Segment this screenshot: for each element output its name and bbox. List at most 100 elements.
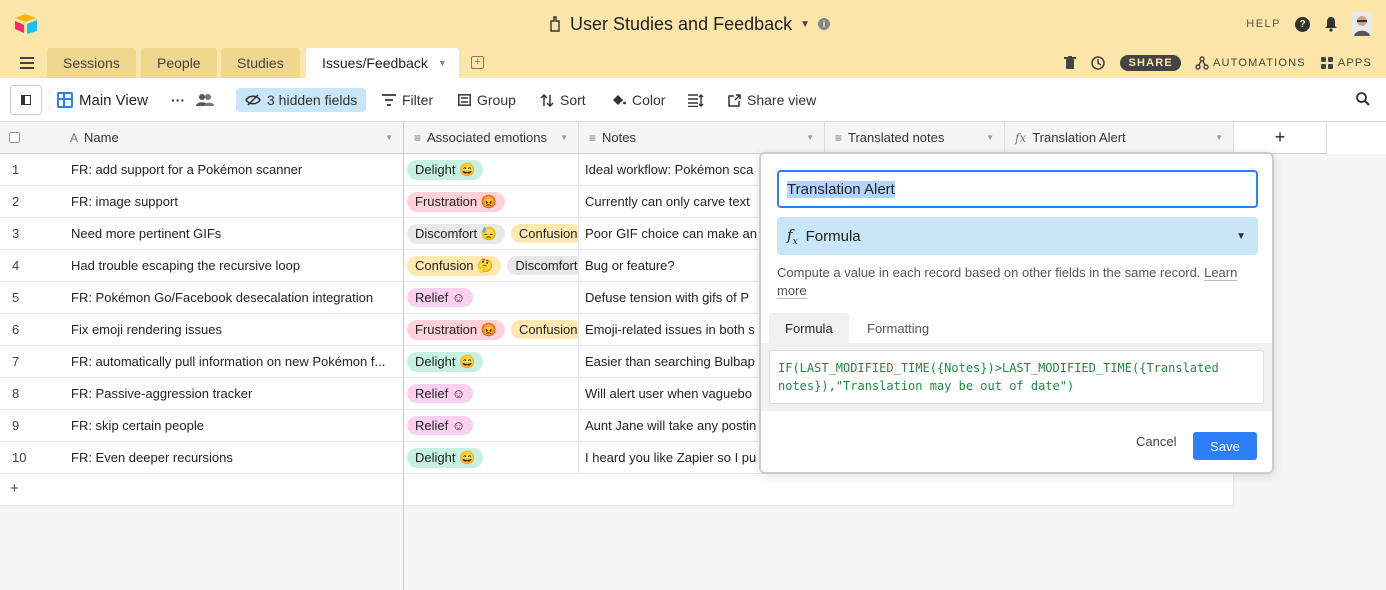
column-header-translation-alert[interactable]: fx Translation Alert ▼ bbox=[1005, 122, 1234, 154]
column-header-notes[interactable]: ≡ Notes ▼ bbox=[579, 122, 825, 154]
emotions-cell[interactable]: Delight 😄 bbox=[404, 346, 579, 378]
column-header-translated-notes[interactable]: ≡ Translated notes ▼ bbox=[825, 122, 1005, 154]
notes-cell[interactable]: Emoji-related issues in both s bbox=[579, 314, 759, 346]
name-cell[interactable]: Had trouble escaping the recursive loop bbox=[60, 250, 404, 282]
tab-studies[interactable]: Studies bbox=[221, 48, 300, 78]
select-all-checkbox[interactable] bbox=[9, 132, 20, 143]
grid-empty-area bbox=[404, 506, 1386, 590]
view-options-icon[interactable]: ··· bbox=[171, 88, 185, 112]
save-button[interactable]: Save bbox=[1193, 432, 1257, 460]
top-bar: User Studies and Feedback ▼ i HELP ? bbox=[0, 0, 1386, 48]
emotions-cell[interactable]: Relief ☺ bbox=[404, 282, 579, 314]
add-field-button[interactable]: + bbox=[1234, 122, 1327, 154]
column-header-associated-emotions[interactable]: ≡ Associated emotions ▼ bbox=[404, 122, 579, 154]
color-label: Color bbox=[632, 92, 666, 108]
tab-formatting[interactable]: Formatting bbox=[851, 313, 945, 343]
sort-button[interactable]: Sort bbox=[540, 88, 586, 112]
emotions-cell[interactable]: Relief ☺ bbox=[404, 410, 579, 442]
base-title[interactable]: User Studies and Feedback bbox=[570, 14, 792, 35]
field-config-popup: Translation Alert fx Formula ▼ Compute a… bbox=[759, 152, 1274, 474]
share-view-button[interactable]: Share view bbox=[728, 88, 816, 112]
emotions-cell[interactable]: Frustration 😡 bbox=[404, 186, 579, 218]
avatar[interactable] bbox=[1352, 12, 1372, 36]
emotions-cell[interactable]: Delight 😄 bbox=[404, 442, 579, 474]
chevron-down-icon[interactable]: ▼ bbox=[806, 133, 814, 142]
tab-formula[interactable]: Formula bbox=[769, 313, 849, 343]
view-switcher[interactable]: Main View bbox=[57, 88, 148, 112]
field-name-input[interactable]: Translation Alert bbox=[777, 170, 1258, 208]
chevron-down-icon[interactable]: ▼ bbox=[1215, 133, 1223, 142]
emotion-tag: Frustration 😡 bbox=[407, 191, 505, 212]
add-record-button[interactable]: + bbox=[0, 474, 404, 506]
notes-cell[interactable]: Poor GIF choice can make an bbox=[579, 218, 759, 250]
search-icon[interactable] bbox=[1356, 92, 1370, 106]
formula-editor[interactable]: IF(LAST_MODIFIED_TIME({Notes})>LAST_MODI… bbox=[769, 350, 1264, 404]
tab-people[interactable]: People bbox=[141, 48, 217, 78]
notes-cell[interactable]: Easier than searching Bulbap bbox=[579, 346, 759, 378]
cancel-button[interactable]: Cancel bbox=[1136, 434, 1176, 449]
history-icon[interactable] bbox=[1090, 55, 1106, 71]
notes-cell[interactable]: Defuse tension with gifs of P bbox=[579, 282, 759, 314]
chevron-down-icon[interactable]: ▼ bbox=[986, 133, 994, 142]
chevron-down-icon[interactable]: ▼ bbox=[438, 58, 447, 68]
notes-cell[interactable]: Bug or feature? bbox=[579, 250, 759, 282]
automations-button[interactable]: AUTOMATIONS bbox=[1195, 56, 1306, 70]
color-button[interactable]: Color bbox=[611, 88, 665, 112]
bell-icon[interactable] bbox=[1324, 16, 1338, 32]
name-cell[interactable]: Fix emoji rendering issues bbox=[60, 314, 404, 346]
emotions-cell[interactable]: Frustration 😡 Confusion bbox=[404, 314, 579, 346]
name-cell[interactable]: Need more pertinent GIFs bbox=[60, 218, 404, 250]
notes-cell[interactable]: I heard you like Zapier so I pu bbox=[579, 442, 759, 474]
row-height-icon[interactable] bbox=[688, 88, 704, 112]
emotions-cell[interactable]: Delight 😄 bbox=[404, 154, 579, 186]
share-button[interactable]: SHARE bbox=[1120, 55, 1181, 71]
filter-button[interactable]: Filter bbox=[382, 88, 433, 112]
chevron-down-icon[interactable]: ▼ bbox=[800, 19, 810, 30]
field-type-label: Formula bbox=[805, 227, 861, 245]
group-button[interactable]: Group bbox=[458, 88, 516, 112]
collaborators-icon[interactable] bbox=[196, 88, 214, 112]
name-cell[interactable]: FR: add support for a Pokémon scanner bbox=[60, 154, 404, 186]
airtable-logo-icon[interactable] bbox=[14, 13, 38, 35]
hidden-fields-button[interactable]: 3 hidden fields bbox=[236, 88, 367, 112]
eye-slash-icon bbox=[245, 94, 261, 106]
formula-panel: IF(LAST_MODIFIED_TIME({Notes})>LAST_MODI… bbox=[761, 343, 1272, 411]
notes-cell[interactable]: Aunt Jane will take any postin bbox=[579, 410, 759, 442]
help-icon[interactable]: ? bbox=[1295, 16, 1310, 32]
menu-icon[interactable] bbox=[20, 57, 34, 69]
name-cell[interactable]: FR: Pokémon Go/Facebook desecalation int… bbox=[60, 282, 404, 314]
name-cell[interactable]: FR: Even deeper recursions bbox=[60, 442, 404, 474]
sidebar-toggle-icon bbox=[21, 95, 31, 105]
column-header-name[interactable]: A Name ▼ bbox=[60, 122, 404, 154]
apps-button[interactable]: APPS bbox=[1320, 56, 1372, 70]
emotions-cell[interactable]: Relief ☺ bbox=[404, 378, 579, 410]
base-title-area[interactable]: User Studies and Feedback ▼ i bbox=[548, 12, 831, 36]
tab-label: Formatting bbox=[867, 320, 930, 336]
add-table-icon[interactable]: + bbox=[471, 56, 484, 69]
emotions-cell[interactable]: Discomfort 😓 Confusion bbox=[404, 218, 579, 250]
tab-issues-feedback[interactable]: Issues/Feedback ▼ bbox=[306, 48, 459, 78]
chevron-down-icon[interactable]: ▼ bbox=[560, 133, 568, 142]
base-icon bbox=[550, 16, 560, 32]
info-icon[interactable]: i bbox=[818, 18, 831, 30]
notes-cell[interactable]: Currently can only carve text bbox=[579, 186, 759, 218]
name-cell[interactable]: FR: automatically pull information on ne… bbox=[60, 346, 404, 378]
column-label: Translated notes bbox=[848, 130, 945, 145]
add-record-row-fill[interactable] bbox=[404, 474, 1234, 506]
name-cell[interactable]: FR: skip certain people bbox=[60, 410, 404, 442]
name-cell[interactable]: FR: Passive-aggression tracker bbox=[60, 378, 404, 410]
notes-cell[interactable]: Will alert user when vaguebo bbox=[579, 378, 759, 410]
name-cell[interactable]: FR: image support bbox=[60, 186, 404, 218]
emotions-cell[interactable]: Confusion 🤔 Discomfort bbox=[404, 250, 579, 282]
notes-cell[interactable]: Ideal workflow: Pokémon sca bbox=[579, 154, 759, 186]
chevron-down-icon[interactable]: ▼ bbox=[385, 133, 393, 142]
field-type-select[interactable]: fx Formula ▼ bbox=[777, 217, 1258, 255]
hidden-fields-label: 3 hidden fields bbox=[267, 92, 358, 108]
paint-bucket-icon bbox=[613, 95, 626, 105]
trash-icon[interactable] bbox=[1064, 56, 1077, 70]
description-text: Compute a value in each record based on … bbox=[777, 265, 1201, 280]
tab-sessions[interactable]: Sessions bbox=[47, 48, 136, 78]
sidebar-toggle-button[interactable] bbox=[10, 85, 42, 115]
help-link[interactable]: HELP bbox=[1246, 18, 1281, 30]
share-view-icon bbox=[728, 93, 741, 107]
